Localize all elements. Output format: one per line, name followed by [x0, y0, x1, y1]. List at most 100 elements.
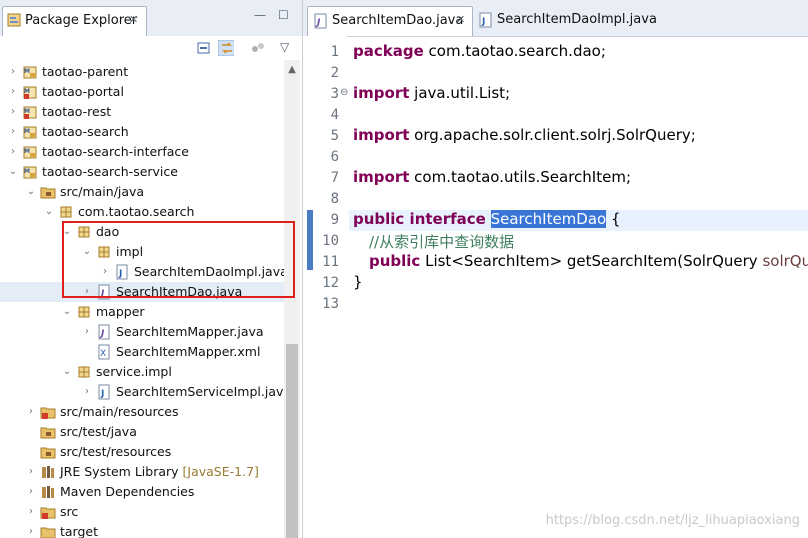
tree-item-label: src [60, 504, 79, 519]
chevron-right-icon[interactable]: › [82, 385, 92, 399]
chevron-down-icon[interactable]: ⌄ [44, 205, 54, 219]
tree-item-mapper[interactable]: ⌄ mapper [0, 302, 284, 322]
maven-project-icon: M [23, 146, 37, 159]
package-icon [78, 306, 90, 318]
code-line-7[interactable]: import com.taotao.utils.SearchItem; [353, 168, 631, 186]
explorer-scrollbar[interactable]: ▲ [284, 60, 300, 538]
web-project-icon: M [23, 106, 37, 119]
tree-item-jre-system-library[interactable]: › JRE System Library [JavaSE-1.7] [0, 462, 284, 482]
tree-item-com-taotao-search[interactable]: ⌄ com.taotao.search [0, 202, 284, 222]
package-icon [60, 206, 72, 218]
chevron-right-icon[interactable]: › [8, 85, 18, 99]
chevron-down-icon[interactable]: ⌄ [26, 185, 36, 199]
tree-item-src[interactable]: › src [0, 502, 284, 522]
tree-item-searchitemmapper-java[interactable]: › J SearchItemMapper.java [0, 322, 284, 342]
xml-file-icon: X [98, 344, 110, 360]
keyword: public interface [353, 210, 486, 228]
scrollbar-thumb[interactable] [286, 344, 298, 538]
tree-item-label: SearchItemMapper.xml [116, 344, 261, 359]
explorer-header: Package Explorer ✕ — ☐ [0, 0, 302, 37]
keyword: public [369, 252, 421, 270]
selected-text: SearchItemDao [490, 210, 607, 228]
minimize-icon[interactable]: — [254, 8, 266, 22]
keyword: import [353, 126, 410, 144]
tab-package-explorer[interactable]: Package Explorer ✕ [2, 6, 147, 36]
tree-item-label: taotao-rest [42, 104, 112, 119]
close-icon[interactable]: ✕ [129, 13, 138, 26]
source-folder-error-icon [40, 407, 56, 419]
fold-toggle-icon[interactable]: ⊖ [340, 87, 348, 98]
collapse-all-icon[interactable] [196, 40, 212, 56]
view-menu-icon[interactable]: ▽ [280, 40, 289, 54]
chevron-down-icon[interactable]: ⌄ [62, 365, 72, 379]
svg-text:M: M [24, 108, 30, 115]
tree-item-label: taotao-search-service [42, 164, 178, 179]
svg-text:M: M [24, 88, 30, 95]
chevron-right-icon[interactable]: › [8, 145, 18, 159]
source-folder-icon [40, 427, 56, 439]
tree-item-label: target [60, 524, 99, 538]
maven-project-icon: M [23, 66, 37, 79]
code-line-10[interactable]: //从索引库中查询数据 [369, 231, 514, 252]
tree-item-src-test-java[interactable]: src/test/java [0, 422, 284, 442]
code-line-9[interactable]: public interface SearchItemDao { [353, 210, 621, 228]
chevron-right-icon[interactable]: › [26, 465, 36, 479]
scroll-up-icon[interactable]: ▲ [284, 64, 300, 76]
tree-item-label: taotao-portal [42, 84, 124, 99]
code-text: { [606, 210, 621, 228]
chevron-right-icon[interactable]: › [26, 505, 36, 519]
chevron-right-icon[interactable]: › [26, 485, 36, 499]
tree-item-searchitemserviceimpl-java[interactable]: › J SearchItemServiceImpl.java [0, 382, 284, 402]
chevron-right-icon[interactable]: › [8, 105, 18, 119]
keyword: import [353, 168, 410, 186]
line-number: 11 [322, 254, 339, 270]
code-text: List<SearchItem> getSearchItem(SolrQuery [420, 252, 763, 270]
tree-item-label: service.impl [96, 364, 172, 379]
library-icon [42, 486, 54, 498]
code-line-1[interactable]: package com.taotao.search.dao; [353, 42, 606, 60]
chevron-right-icon[interactable]: › [8, 125, 18, 139]
line-number: 9 [330, 212, 339, 228]
tree-item-service-impl[interactable]: ⌄ service.impl [0, 362, 284, 382]
chevron-right-icon[interactable]: › [8, 65, 18, 79]
code-line-5[interactable]: import org.apache.solr.client.solrj.Solr… [353, 126, 696, 144]
tree-item-src-test-resources[interactable]: src/test/resources [0, 442, 284, 462]
tree-item-taotao-parent[interactable]: › Mtaotao-parent [0, 62, 284, 82]
tree-item-taotao-search-interface[interactable]: › Mtaotao-search-interface [0, 142, 284, 162]
line-number: 7 [330, 170, 339, 186]
editor-tab-bar: J SearchItemDao.java ✕ J SearchItemDaoIm… [303, 0, 808, 37]
tree-item-taotao-rest[interactable]: › Mtaotao-rest [0, 102, 284, 122]
chevron-right-icon[interactable]: › [26, 405, 36, 419]
line-number: 12 [322, 275, 339, 291]
focus-icon[interactable] [250, 40, 266, 56]
code-line-3[interactable]: import java.util.List; [353, 84, 510, 102]
code-text: org.apache.solr.client.solrj.SolrQuery; [409, 126, 696, 144]
tree-item-taotao-portal[interactable]: › Mtaotao-portal [0, 82, 284, 102]
tree-item-taotao-search-service[interactable]: ⌄ Mtaotao-search-service [0, 162, 284, 182]
code-line-12[interactable]: } [353, 273, 363, 291]
tree-item-src-main-java[interactable]: ⌄ src/main/java [0, 182, 284, 202]
comment: //从索引库中查询数据 [369, 233, 515, 251]
close-icon[interactable]: ✕ [456, 13, 465, 26]
tree-item-target[interactable]: › target [0, 522, 284, 538]
tree-item-label: taotao-parent [42, 64, 129, 79]
tree-item-searchitemmapper-xml[interactable]: X SearchItemMapper.xml [0, 342, 284, 362]
folder-error-icon [40, 507, 56, 519]
tree-item-taotao-search[interactable]: › Mtaotao-search [0, 122, 284, 142]
chevron-right-icon[interactable]: › [26, 525, 36, 538]
chevron-down-icon[interactable]: ⌄ [8, 165, 18, 179]
code-line-11[interactable]: public List<SearchItem> getSearchItem(So… [369, 252, 808, 270]
svg-text:X: X [100, 349, 106, 359]
tree-item-label: src/main/java [60, 184, 145, 199]
tree-item-maven-dependencies[interactable]: › Maven Dependencies [0, 482, 284, 502]
chevron-right-icon[interactable]: › [82, 325, 92, 339]
chevron-down-icon[interactable]: ⌄ [62, 305, 72, 319]
maximize-icon[interactable]: ☐ [278, 8, 289, 22]
tab-searchitemdao-label: SearchItemDao.java [332, 13, 464, 28]
link-with-editor-icon[interactable] [218, 40, 234, 56]
source-folder-icon [40, 447, 56, 459]
tree-item-src-main-resources[interactable]: › src/main/resources [0, 402, 284, 422]
tab-searchitemdaoimpl[interactable]: J SearchItemDaoImpl.java [475, 6, 657, 36]
tab-searchitemdao[interactable]: J SearchItemDao.java ✕ [307, 6, 473, 36]
line-number: 3 [330, 86, 339, 102]
